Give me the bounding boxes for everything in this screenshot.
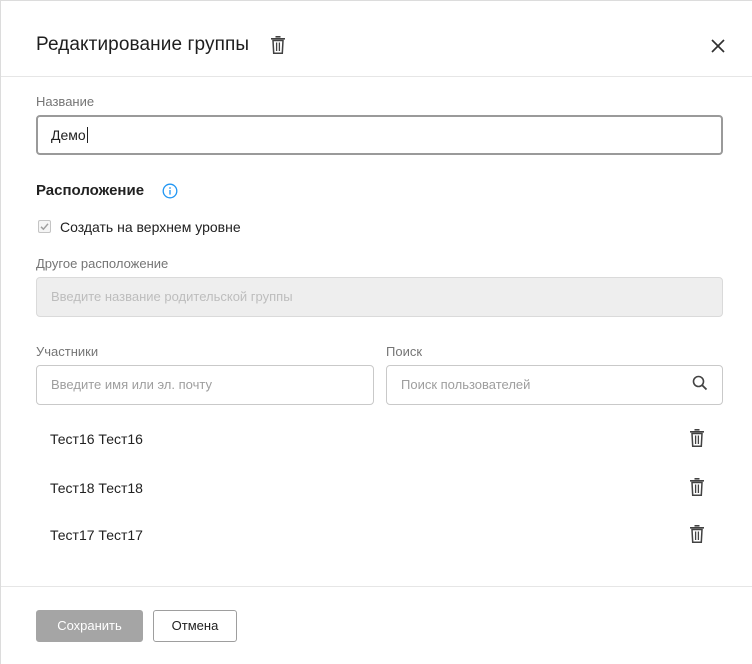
parent-group-input: Введите название родительской группы [36, 277, 723, 317]
participants-placeholder: Введите имя или эл. почту [51, 377, 212, 392]
save-button[interactable]: Сохранить [36, 610, 143, 642]
remove-member-trash-icon[interactable] [690, 525, 704, 543]
member-name: Тест16 Тест16 [50, 431, 143, 447]
checkmark-icon [40, 223, 49, 231]
info-icon[interactable] [162, 183, 178, 199]
location-section-title: Расположение [36, 182, 145, 199]
delete-group-trash-icon[interactable] [271, 36, 285, 54]
remove-member-trash-icon[interactable] [690, 478, 704, 496]
group-name-input[interactable]: Демо [36, 115, 723, 155]
text-caret [86, 126, 88, 143]
parent-group-placeholder: Введите название родительской группы [51, 289, 293, 304]
remove-member-trash-icon[interactable] [690, 429, 704, 447]
search-icon[interactable] [692, 375, 708, 391]
top-level-checkbox[interactable] [38, 220, 51, 233]
member-row: Тест18 Тест18 [36, 465, 723, 513]
top-level-checkbox-label: Создать на верхнем уровне [60, 219, 241, 235]
member-name: Тест17 Тест17 [50, 527, 143, 543]
dialog-header: Редактирование группы [1, 1, 752, 77]
footer-divider [1, 586, 752, 587]
search-label: Поиск [386, 344, 423, 359]
member-name: Тест18 Тест18 [50, 480, 143, 496]
participants-input[interactable]: Введите имя или эл. почту [36, 365, 374, 405]
cancel-button[interactable]: Отмена [153, 610, 237, 642]
member-row: Тест16 Тест16 [36, 416, 723, 464]
participants-label: Участники [36, 344, 99, 359]
other-location-label: Другое расположение [36, 256, 169, 271]
close-icon[interactable] [709, 37, 727, 55]
user-search-input[interactable]: Поиск пользователей [386, 365, 723, 405]
member-row: Тест17 Тест17 [36, 512, 723, 560]
dialog-title: Редактирование группы [36, 34, 250, 55]
edit-group-dialog: Редактирование группы Название Демо Расп… [0, 0, 752, 664]
group-name-value: Демо [51, 127, 86, 143]
name-label: Название [36, 94, 95, 109]
search-placeholder: Поиск пользователей [401, 377, 531, 392]
